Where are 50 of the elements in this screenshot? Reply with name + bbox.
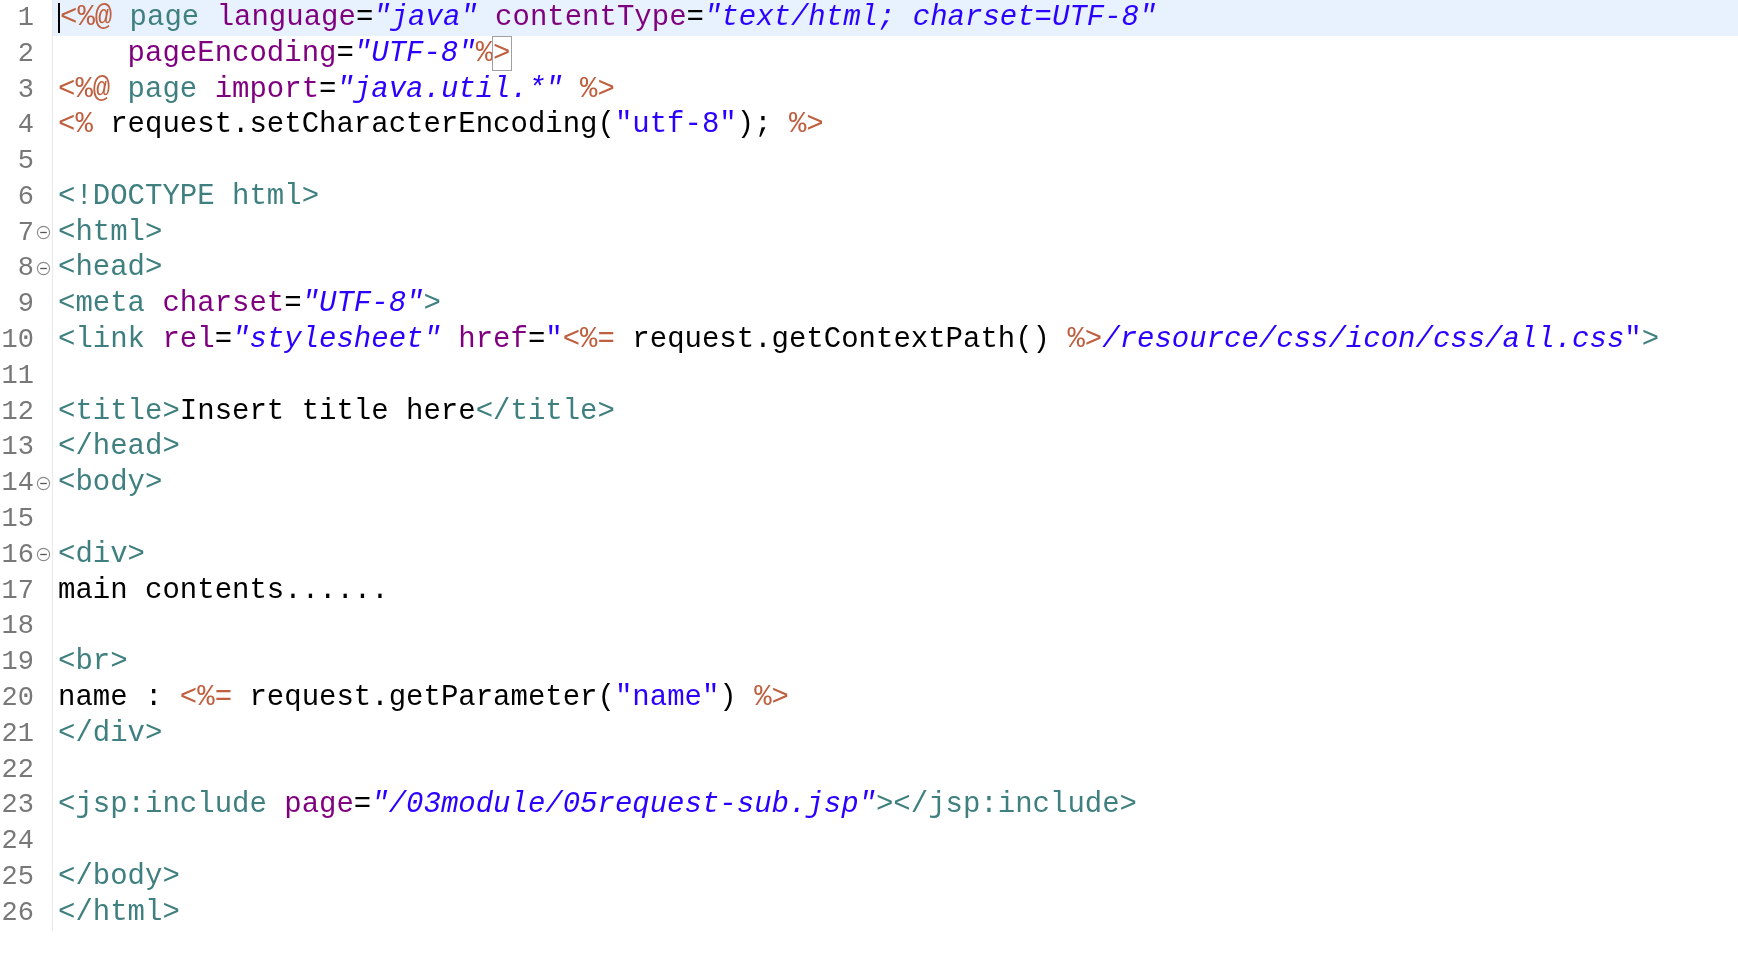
code-line: main contents...... — [58, 572, 389, 609]
fold-icon[interactable] — [35, 260, 51, 276]
line-number: 21 — [1, 717, 34, 751]
line-number: 6 — [17, 180, 34, 214]
code-line: <link rel="stylesheet" href="<%= request.getContextPath() %>/resource/css/icon/css/all.css"> — [58, 322, 1660, 359]
line-number: 26 — [1, 896, 34, 930]
code-line: <div> — [58, 536, 145, 573]
line-number: 11 — [1, 359, 34, 393]
code-line: <!DOCTYPE html> — [58, 178, 320, 215]
code-line: <jsp:include page="/03module/05request-sub.jsp"></jsp:include> — [58, 787, 1137, 824]
code-line: <title>Insert title here</title> — [58, 393, 615, 430]
line-number: 13 — [1, 431, 34, 465]
line-number: 15 — [1, 503, 34, 537]
line-number: 10 — [1, 324, 34, 358]
line-number: 2 — [17, 37, 34, 71]
fold-icon[interactable] — [35, 225, 51, 241]
line-number: 12 — [1, 395, 34, 429]
line-number: 9 — [17, 288, 34, 322]
line-number: 7 — [17, 216, 34, 250]
line-number: 4 — [17, 109, 34, 143]
fold-icon[interactable] — [35, 475, 51, 491]
line-number: 22 — [1, 753, 34, 787]
line-number: 16 — [1, 538, 34, 572]
code-line: <%@ page import="java.util.*" %> — [58, 71, 615, 108]
line-number: 5 — [17, 145, 34, 179]
code-line: <head> — [58, 250, 163, 287]
line-number: 20 — [1, 682, 34, 716]
line-number: 3 — [17, 73, 34, 107]
line-number: 14 — [1, 467, 34, 501]
code-line: </div> — [58, 715, 163, 752]
line-number: 23 — [1, 789, 34, 823]
line-number: 24 — [1, 825, 34, 859]
code-line: <% request.setCharacterEncoding("utf-8"); %> — [58, 107, 824, 144]
code-line: <%@ page language="java" contentType="text/html; charset=UTF-8" — [60, 0, 1157, 36]
line-number: 19 — [1, 646, 34, 680]
line-number: 8 — [17, 252, 34, 286]
line-number: 25 — [1, 861, 34, 895]
line-number: 1 — [17, 1, 34, 35]
code-line: <meta charset="UTF-8"> — [58, 286, 441, 323]
code-line: </body> — [58, 859, 180, 896]
line-number: 18 — [1, 610, 34, 644]
code-line: </head> — [58, 429, 180, 466]
code-line: </html> — [58, 894, 180, 931]
fold-icon[interactable] — [35, 547, 51, 563]
code-line: <br> — [58, 644, 128, 681]
code-line: name : <%= request.getParameter("name") %> — [58, 680, 789, 717]
line-number: 17 — [1, 574, 34, 608]
code-line: <html> — [58, 214, 163, 251]
code-line: <body> — [58, 465, 163, 502]
text-cursor — [58, 2, 60, 33]
